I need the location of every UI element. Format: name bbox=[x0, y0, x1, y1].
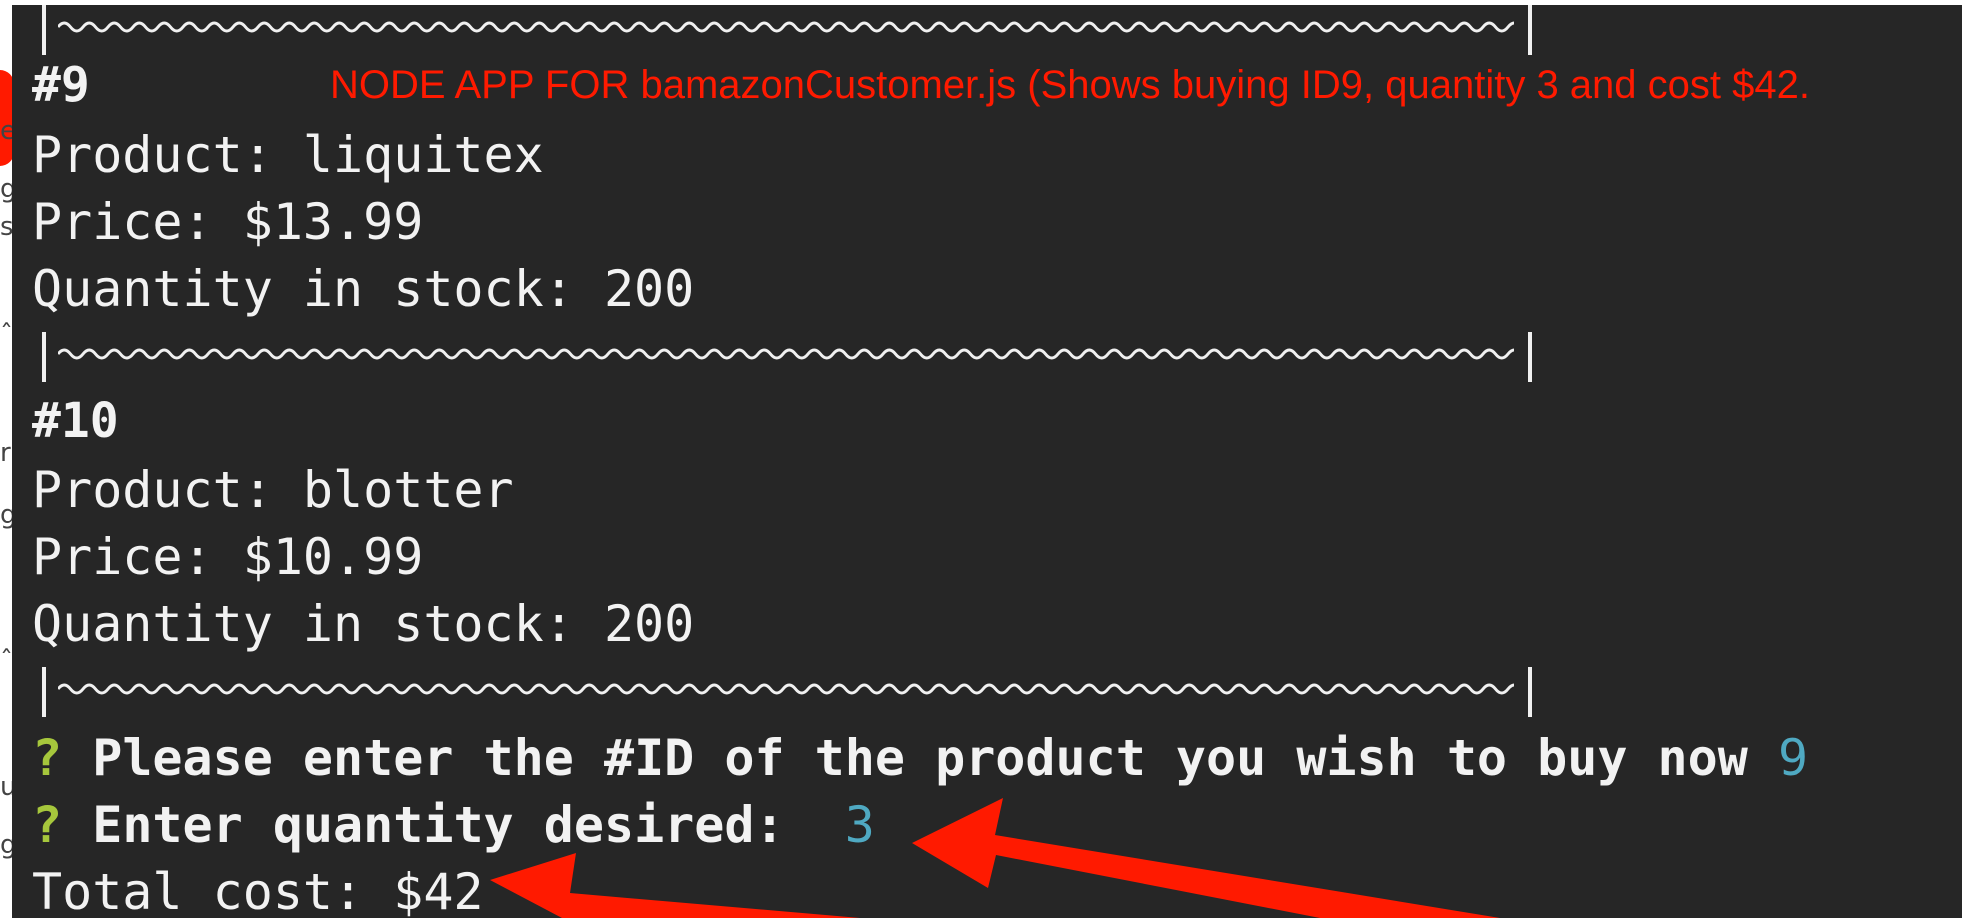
arrow-to-total-icon bbox=[490, 853, 860, 918]
annotation-arrows bbox=[490, 798, 1500, 918]
arrow-to-quantity-icon bbox=[912, 798, 1500, 918]
